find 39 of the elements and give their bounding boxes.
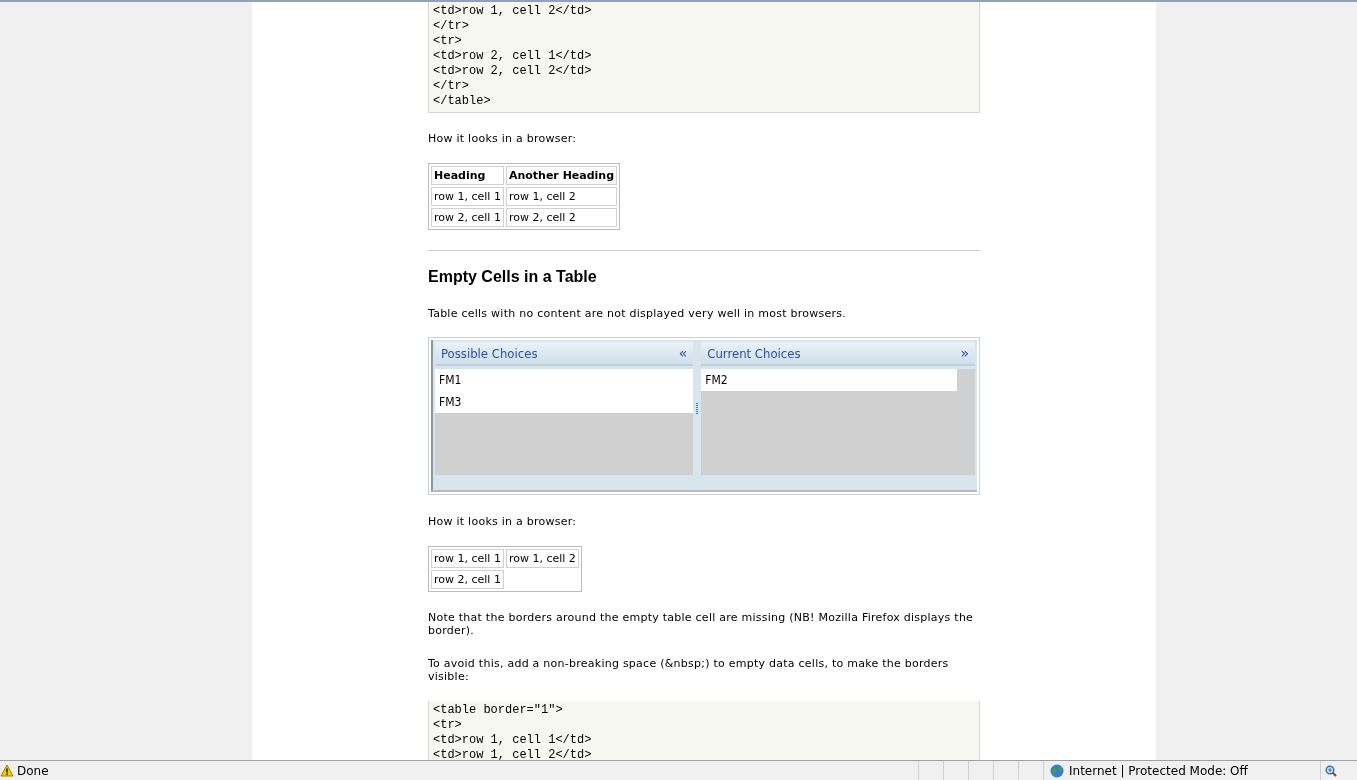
paragraph: Note that the borders around the empty table cell are missing (NB! Mozilla Firefox displays the border). (428, 611, 975, 637)
code-line: <td>row 1, cell 2</td> (433, 4, 593, 19)
code-line: <td>row 2, cell 1</td> (433, 49, 593, 64)
move-all-button[interactable]: » (958, 345, 971, 361)
table-header-cell: Heading (431, 166, 504, 185)
paragraph: To avoid this, add a non-breaking space (&nbsp;) to empty data cells, to make the borders visible: (428, 657, 950, 683)
table-cell: row 1, cell 1 (431, 187, 504, 206)
table-header-cell: Another Heading (505, 166, 618, 185)
code-line: </tr> (433, 19, 470, 34)
code-line: <td>row 1, cell 1</td> (433, 733, 593, 748)
code-line: </table> (433, 94, 492, 109)
code-line: </tr> (433, 79, 470, 94)
list-item[interactable]: FM1 (435, 369, 694, 391)
code-line: <table border="1"> (433, 703, 564, 718)
code-line: <td>row 1, cell 2</td> (433, 748, 593, 760)
table-cell: row 1, cell 2 (505, 549, 579, 568)
code-line: <td>row 2, cell 2</td> (433, 64, 593, 79)
paragraph: How it looks in a browser: (428, 515, 578, 528)
move-all-button[interactable]: « (676, 345, 690, 361)
list-item[interactable]: FM2 (701, 369, 957, 391)
table-cell: row 2, cell 2 (505, 208, 618, 227)
splitter-handle[interactable] (696, 402, 699, 415)
zoom-icon[interactable] (1325, 764, 1337, 777)
panel-title: Current Choices (707, 345, 801, 361)
code-line: <tr> (433, 34, 463, 49)
paragraph: Table cells with no content are not displayed very well in most browsers. (428, 307, 848, 320)
section-heading: Empty Cells in a Table (428, 268, 598, 286)
code-line: <tr> (433, 718, 463, 733)
warning-icon (0, 764, 14, 777)
paragraph: How it looks in a browser: (428, 132, 578, 145)
table-cell: row 1, cell 2 (505, 187, 618, 206)
status-text: Done (17, 763, 49, 778)
table-cell: row 2, cell 1 (431, 208, 504, 227)
security-zone-text: Internet | Protected Mode: Off (1069, 763, 1248, 778)
panel-title: Possible Choices (441, 345, 538, 361)
table-cell: row 1, cell 1 (431, 549, 504, 568)
globe-icon (1050, 763, 1064, 778)
table-cell: row 2, cell 1 (431, 570, 504, 589)
list-item[interactable]: FM3 (435, 391, 694, 413)
